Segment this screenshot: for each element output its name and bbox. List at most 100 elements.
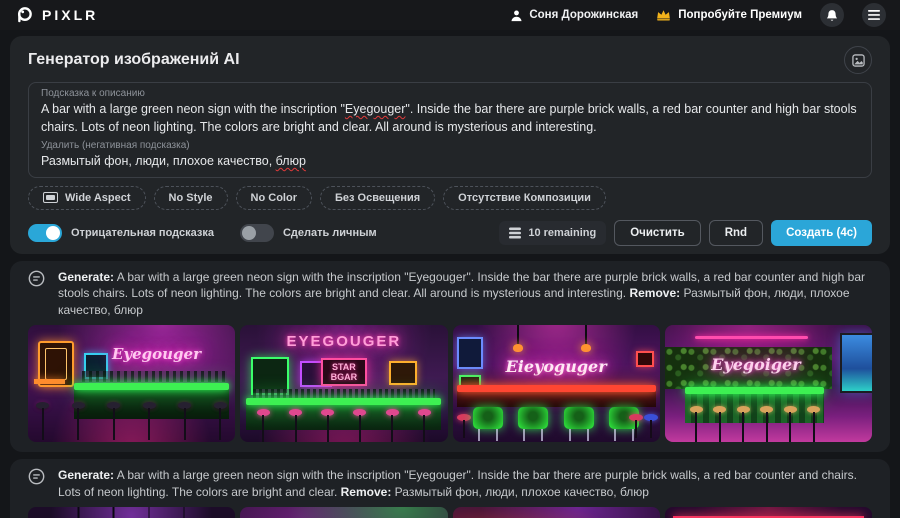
generate-label: Generate: [58,468,115,482]
bar-stool [36,402,50,440]
premium-button[interactable]: Попробуйте Премиум [656,9,802,21]
bell-icon [826,9,838,22]
negative-prompt-input[interactable]: Размытый фон, люди, плохое качество, блю… [41,153,859,171]
chip-no-lighting[interactable]: Без Освещения [319,185,436,210]
prompt-fields: Подсказка к описанию A bar with a large … [28,82,872,178]
prompt-history-icon [28,270,45,319]
hanging-lamp [512,325,523,352]
remove-text: Размытый фон, люди, плохое качество, блю… [394,484,649,499]
bar-stool [256,409,270,442]
bar-stool [629,414,644,438]
bottle-shelf [81,371,227,382]
crown-icon [656,9,671,21]
generated-image-6[interactable]: Eyegouger [240,507,448,518]
generated-image-7[interactable]: Nel [452,507,660,518]
credits-remaining-badge: 10 remaining [499,220,607,245]
neon-sign-text: Eieyoguger [505,357,607,376]
make-private-toggle[interactable] [239,223,274,242]
generated-image-5[interactable] [28,507,236,518]
user-name: Соня Дорожинская [529,9,639,21]
chip-label: No Style [168,191,213,204]
bar-stool [142,402,156,440]
hanging-lamp [581,325,592,352]
generated-images-row: Eyegouger Nel Eyec gigger [28,507,872,518]
bar-stool [736,406,750,442]
negative-text-misspelled: блюр [275,154,306,168]
bar-stools [256,409,431,442]
window [840,333,872,393]
generated-image-8[interactable]: Eyec gigger [664,507,872,518]
neon-bar-counter [456,385,656,392]
generate-label: Generate: [58,269,115,284]
image-upload-button[interactable] [844,46,872,74]
bar-chairs [473,407,640,441]
chip-label: Без Освещения [334,191,421,204]
bar-stool [456,414,471,438]
option-chips: Wide Aspect No Style No Color Без Освеще… [28,185,872,210]
random-button[interactable]: Rnd [708,219,764,246]
result-prompt-text: Generate: A bar with a large green neon … [58,467,872,500]
neon-sign-text: Eyegouger [111,345,201,363]
image-icon [851,53,865,67]
create-button[interactable]: Создать (4с) [771,219,872,246]
bar-stool [321,409,335,442]
make-private-toggle-label: Сделать личным [282,226,377,239]
page-title: Генератор изображений AI [28,51,240,68]
topbar: PIXLR Соня Дорожинская Попробуйте Премиу… [0,0,900,30]
bottle-shelf [252,389,436,398]
bar-stool [289,409,303,442]
generated-image-2[interactable]: EYEGOUGER STAR BGAR [240,325,448,442]
chip-no-color[interactable]: No Color [235,185,312,210]
premium-label: Попробуйте Премиум [678,9,802,21]
neon-bar-counter [246,398,442,405]
prompt-label: Подсказка к описанию [41,88,145,99]
generated-image-1[interactable]: Eyegouger [28,325,236,442]
credits-label: 10 remaining [528,226,597,239]
bar-stool [783,406,797,442]
bar-stool [643,414,658,438]
neon-sign-text: EYEGOUGER [286,333,402,350]
green-chair [518,407,549,441]
green-chair [563,407,594,441]
bar-stool [107,402,121,440]
bar-stool [353,409,367,442]
neon-sub-sign: STAR BGAR [320,358,367,386]
bar-stool [417,409,431,442]
chip-label: Отсутствие Композиции [458,191,591,204]
prompt-text-misspelled: Eyegouger [344,102,406,116]
bar-stools [689,406,821,442]
neon-tube [694,336,808,339]
notifications-button[interactable] [820,3,844,27]
chip-no-composition[interactable]: Отсутствие Композиции [443,185,606,210]
negative-prompt-label: Удалить (негативная подсказка) [41,140,190,151]
bar-stool [213,402,227,440]
hamburger-icon [868,10,880,20]
generated-images-row: Eyegouger EYEGOUGER STAR BGAR Eieyoguger… [28,325,872,442]
pixlr-logo[interactable]: PIXLR [14,5,98,25]
prompt-history-icon [28,468,45,500]
negative-prompt-toggle[interactable] [28,223,62,242]
brand-name: PIXLR [42,7,99,23]
prompt-input[interactable]: A bar with a large green neon sign with … [41,101,859,136]
chip-no-style[interactable]: No Style [153,185,228,210]
negative-text: Размытый фон, люди, плохое качество, [41,154,276,168]
pixlr-logo-icon [14,5,34,25]
account-menu[interactable]: Соня Дорожинская [510,9,638,22]
bar-stool [760,406,774,442]
generated-image-3[interactable]: Eieyoguger [452,325,660,442]
bar-stool [713,406,727,442]
generated-image-4[interactable]: Eyegoiger [664,325,872,442]
neon-bar-counter [685,387,825,394]
credits-icon [509,227,522,239]
chip-wide-aspect[interactable]: Wide Aspect [28,185,146,210]
generation-result: Generate: A bar with a large green neon … [10,459,890,518]
remove-label: Remove: [340,484,392,499]
chip-label: No Color [250,191,297,204]
green-chair [473,407,504,441]
result-prompt-text: Generate: A bar with a large green neon … [58,269,872,319]
clear-button[interactable]: Очистить [614,219,701,246]
prompt-text: A bar with a large green neon sign with … [41,102,345,116]
bar-stool [71,402,85,440]
neon-frame [389,361,418,385]
main-menu-button[interactable] [862,3,886,27]
